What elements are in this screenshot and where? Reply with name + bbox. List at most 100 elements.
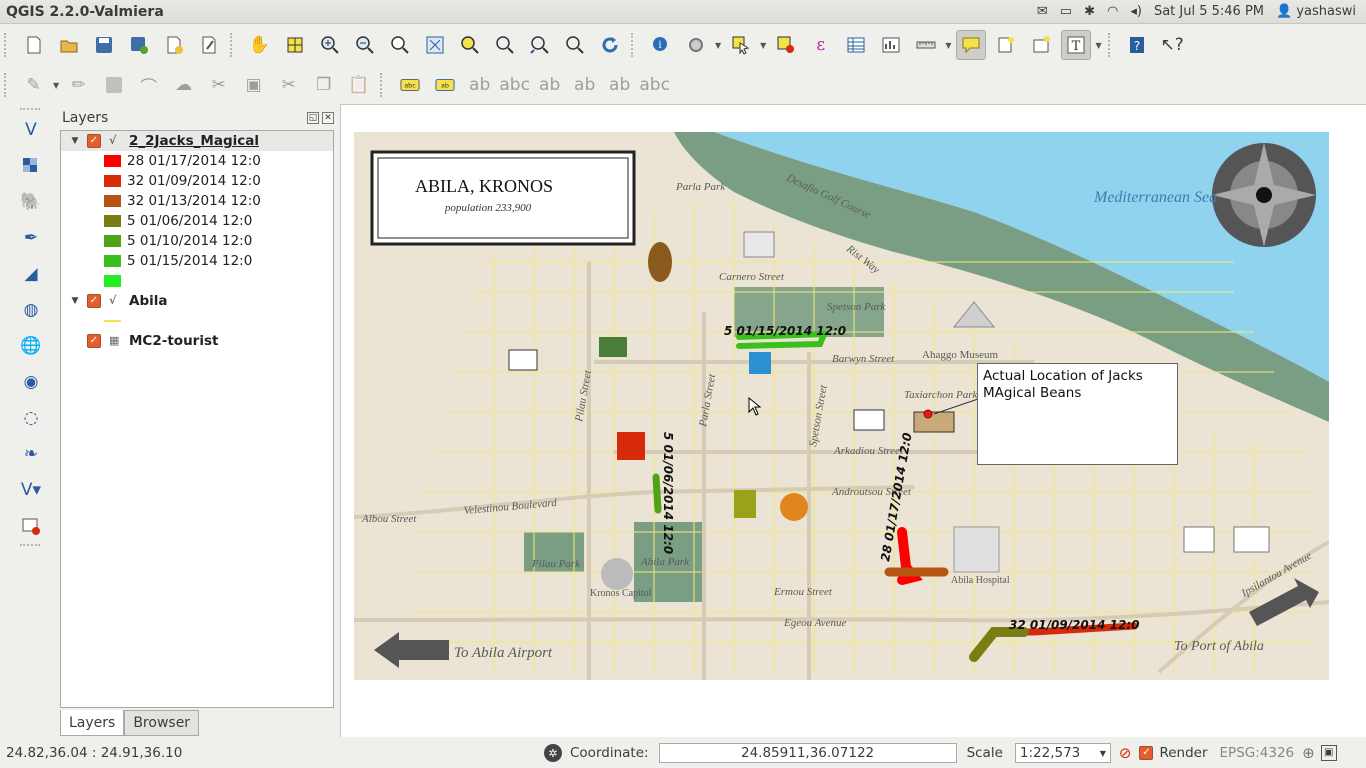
move-feature-icon[interactable]: ☁ [169, 70, 199, 100]
toolbar-handle[interactable] [230, 33, 236, 57]
delete-selected-icon[interactable]: ▣ [239, 70, 269, 100]
chevron-down-icon[interactable]: ▼ [53, 81, 59, 90]
legend-item[interactable]: 5 01/06/2014 12:0 [61, 211, 333, 231]
crs-status[interactable]: EPSG:4326 [1220, 745, 1295, 761]
add-postgis-layer-icon[interactable]: 🐘 [16, 187, 46, 217]
new-shapefile-icon[interactable]: V▾ [16, 475, 46, 505]
add-vector-layer-icon[interactable]: V [16, 115, 46, 145]
chevron-down-icon[interactable]: ▼ [1095, 41, 1101, 50]
mail-icon[interactable]: ✉ [1037, 4, 1048, 19]
remove-layer-icon[interactable] [16, 511, 46, 541]
paste-features-icon[interactable]: 📋 [344, 70, 374, 100]
layer-group-abila[interactable]: ▼ ✓ √ Abila [61, 291, 333, 311]
add-wms-layer-icon[interactable]: 🌐 [16, 331, 46, 361]
identify-icon[interactable]: i [646, 30, 676, 60]
zoom-last-icon[interactable] [525, 30, 555, 60]
tab-layers[interactable]: Layers [60, 710, 125, 736]
tab-browser[interactable]: Browser [124, 710, 200, 736]
messages-icon[interactable]: ▣ [1320, 745, 1337, 761]
legend-item[interactable] [61, 311, 333, 331]
statistics-icon[interactable] [876, 30, 906, 60]
attribute-table-icon[interactable] [841, 30, 871, 60]
layer-labeling-icon[interactable]: ab [430, 70, 460, 100]
render-checkbox[interactable]: ✓ [1139, 746, 1154, 760]
add-oracle-layer-icon[interactable]: ◍ [16, 295, 46, 325]
stop-render-icon[interactable]: ⊘ [1119, 744, 1132, 762]
move-label-icon[interactable]: ab [570, 70, 600, 100]
volume-icon[interactable]: ◂) [1130, 4, 1142, 19]
battery-icon[interactable]: ▭ [1060, 4, 1072, 19]
float-panel-button[interactable]: ◱ [307, 112, 319, 124]
zoom-in-icon[interactable] [315, 30, 345, 60]
chevron-down-icon[interactable]: ▼ [715, 41, 721, 50]
composer-manager-icon[interactable] [194, 30, 224, 60]
zoom-next-icon[interactable] [560, 30, 590, 60]
refresh-icon[interactable] [595, 30, 625, 60]
pin-labels-icon[interactable]: ab [465, 70, 495, 100]
save-project-icon[interactable] [89, 30, 119, 60]
map-image[interactable]: ABILA, KRONOS population 233,900 Mediter… [354, 132, 1329, 680]
map-canvas[interactable]: ABILA, KRONOS population 233,900 Mediter… [340, 104, 1366, 737]
clock[interactable]: Sat Jul 5 5:46 PM [1154, 4, 1264, 19]
highlight-pinned-icon[interactable]: abc [499, 70, 530, 100]
copy-features-icon[interactable]: ❐ [309, 70, 339, 100]
chevron-down-icon[interactable]: ▼ [760, 41, 766, 50]
new-print-composer-icon[interactable] [159, 30, 189, 60]
toolbar-handle[interactable] [4, 33, 10, 57]
text-annotation-icon[interactable]: T [1060, 30, 1091, 60]
select-features-icon[interactable] [726, 30, 756, 60]
change-label-icon[interactable]: abc [639, 70, 670, 100]
add-raster-layer-icon[interactable] [16, 151, 46, 181]
open-project-icon[interactable] [54, 30, 84, 60]
toolbar-handle[interactable] [1107, 33, 1114, 57]
cut-features-icon[interactable]: ✂ [274, 70, 304, 100]
legend-item[interactable]: 5 01/15/2014 12:0 [61, 251, 333, 271]
toolbar-handle[interactable] [20, 108, 40, 112]
help-contents-icon[interactable]: ? [1122, 30, 1152, 60]
action-icon[interactable] [681, 30, 711, 60]
legend-item[interactable]: 32 01/09/2014 12:0 [61, 171, 333, 191]
add-mssql-layer-icon[interactable]: ◢ [16, 259, 46, 289]
toolbar-handle[interactable] [4, 73, 10, 97]
legend-item[interactable]: 28 01/17/2014 12:0 [61, 151, 333, 171]
expand-arrow-icon[interactable]: ▼ [69, 136, 81, 146]
legend-item[interactable]: 32 01/13/2014 12:0 [61, 191, 333, 211]
map-tips-icon[interactable] [955, 30, 986, 60]
legend-item[interactable] [61, 271, 333, 291]
toggle-extents-icon[interactable]: ✲ [544, 744, 562, 762]
scale-combobox[interactable]: 1:22,573 ▼ [1014, 743, 1111, 763]
toolbar-handle[interactable] [380, 73, 386, 97]
current-edits-icon[interactable]: ✎ [19, 70, 49, 100]
layer-mc2-tourist[interactable]: ▶ ✓ ▦ MC2-tourist [61, 331, 333, 351]
labeling-icon[interactable]: abc [395, 70, 425, 100]
layer-visibility-checkbox[interactable]: ✓ [87, 134, 101, 148]
layer-visibility-checkbox[interactable]: ✓ [87, 294, 101, 308]
add-spatialite-layer-icon[interactable]: ✒ [16, 223, 46, 253]
coordinate-field[interactable]: 24.85911,36.07122 [658, 743, 957, 763]
node-tool-icon[interactable]: ✂ [204, 70, 234, 100]
zoom-out-icon[interactable] [350, 30, 380, 60]
save-as-icon[interactable] [124, 30, 154, 60]
expression-select-icon[interactable]: ε [806, 30, 836, 60]
zoom-layer-icon[interactable] [490, 30, 520, 60]
toolbar-handle[interactable] [631, 33, 637, 57]
new-bookmark-icon[interactable] [991, 30, 1021, 60]
add-feature-icon[interactable]: ⌒ [134, 70, 164, 100]
annotation-box[interactable]: Actual Location of Jacks MAgical Beans [977, 363, 1178, 465]
rotate-label-icon[interactable]: ab [605, 70, 635, 100]
chevron-down-icon[interactable]: ▼ [945, 41, 951, 50]
show-hide-labels-icon[interactable]: ab [535, 70, 565, 100]
show-bookmarks-icon[interactable] [1026, 30, 1056, 60]
layer-tree[interactable]: ▼ ✓ √ 2_2Jacks_Magical 28 01/17/2014 12:… [60, 130, 334, 708]
whats-this-icon[interactable]: ↖? [1157, 30, 1187, 60]
bluetooth-icon[interactable]: ✱ [1084, 4, 1095, 19]
toolbar-handle[interactable] [20, 544, 40, 548]
legend-item[interactable]: 5 01/10/2014 12:0 [61, 231, 333, 251]
pan-to-selection-icon[interactable] [280, 30, 310, 60]
zoom-full-icon[interactable] [420, 30, 450, 60]
add-wfs-layer-icon[interactable]: ◌ [16, 403, 46, 433]
deselect-icon[interactable] [771, 30, 801, 60]
zoom-native-icon[interactable] [385, 30, 415, 60]
crs-globe-icon[interactable]: ⊕ [1302, 744, 1315, 762]
layer-group-jacks[interactable]: ▼ ✓ √ 2_2Jacks_Magical [61, 131, 333, 151]
